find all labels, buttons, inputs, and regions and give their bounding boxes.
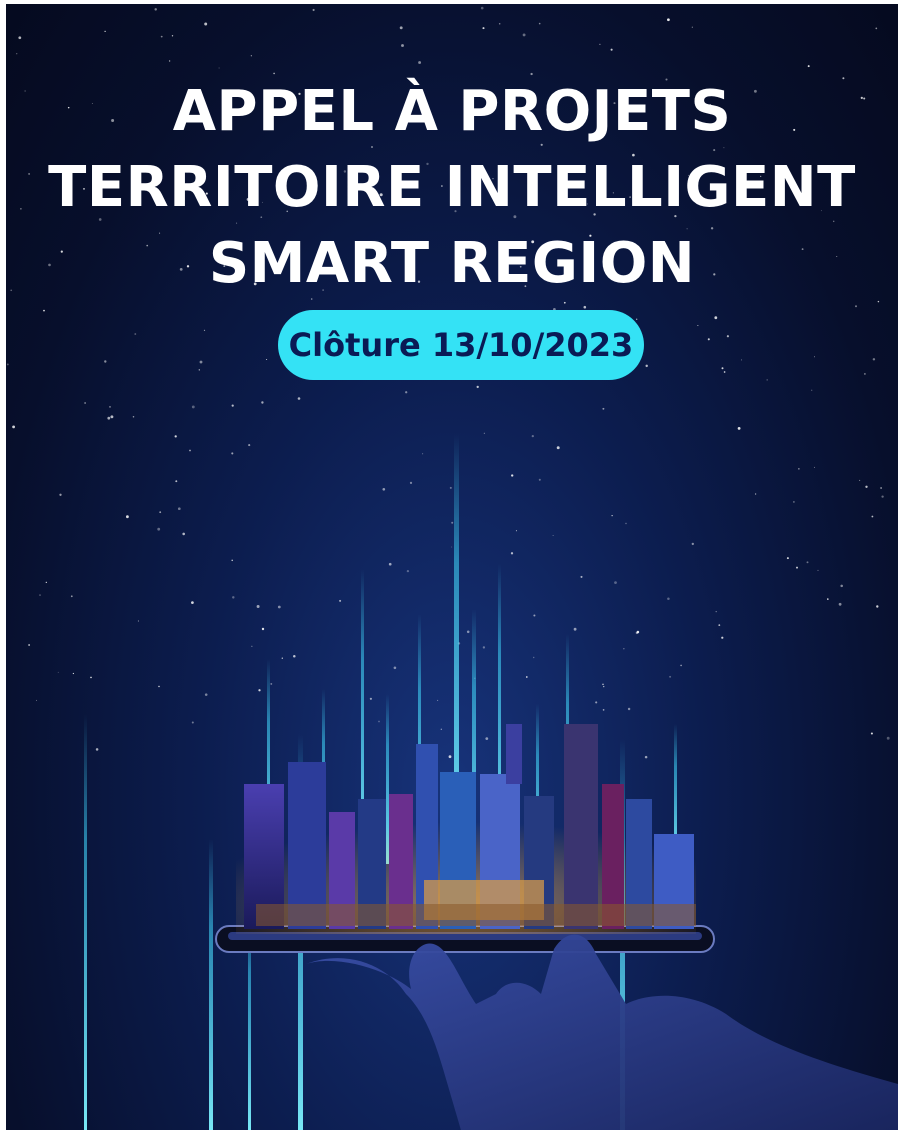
poster: APPEL À PROJETS TERRITOIRE INTELLIGENT S… [6, 4, 898, 1130]
illustration [84, 434, 898, 1130]
city-skyline-icon [236, 724, 696, 934]
hand-icon [306, 934, 898, 1130]
